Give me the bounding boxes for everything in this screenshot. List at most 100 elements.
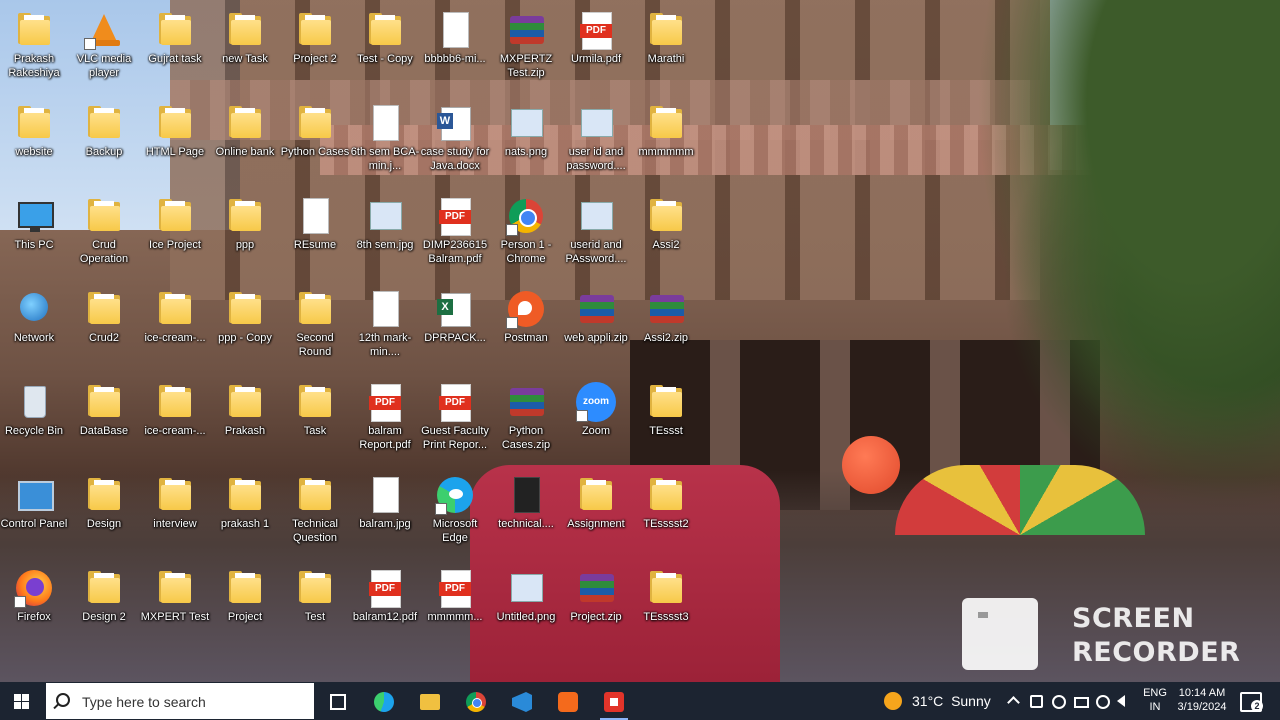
desktop-icon[interactable]: HTML Page: [139, 97, 211, 187]
desktop-icon[interactable]: Microsoft Edge: [419, 469, 491, 559]
desktop-icon[interactable]: 8th sem.jpg: [349, 190, 421, 280]
volume-icon[interactable]: [1117, 695, 1125, 707]
desktop-icon[interactable]: Online bank: [209, 97, 281, 187]
edge-taskbar-button[interactable]: [362, 684, 406, 718]
desktop-icon[interactable]: PDF Urmila.pdf: [560, 4, 632, 94]
desktop-icon[interactable]: Untitled.png: [490, 562, 562, 652]
desktop-icon[interactable]: Assignment: [560, 469, 632, 559]
desktop-icon[interactable]: Marathi: [630, 4, 702, 94]
wallpaper-balloon: [842, 436, 900, 494]
chrome-icon: [466, 692, 486, 712]
desktop-icon[interactable]: Project: [209, 562, 281, 652]
desktop-icon[interactable]: new Task: [209, 4, 281, 94]
desktop-icon[interactable]: This PC: [0, 190, 70, 280]
desktop-icon[interactable]: zoom Zoom: [560, 376, 632, 466]
desktop-icon[interactable]: MXPERTZ Test.zip: [490, 4, 562, 94]
desktop-icon[interactable]: PDF DIMP236615 Balram.pdf: [419, 190, 491, 280]
desktop-icon[interactable]: PDF mmmmm...: [419, 562, 491, 652]
desktop-icon[interactable]: Control Panel: [0, 469, 70, 559]
folder-icon: [157, 105, 193, 141]
desktop-icon[interactable]: TEssst: [630, 376, 702, 466]
screen-recorder-taskbar-button[interactable]: [592, 684, 636, 720]
desktop-icon[interactable]: TEsssst3: [630, 562, 702, 652]
desktop-icon[interactable]: website: [0, 97, 70, 187]
chrome-taskbar-button[interactable]: [454, 684, 498, 718]
desktop-icon[interactable]: Wcase study for Java.docx: [419, 97, 491, 187]
desktop-icon[interactable]: interview: [139, 469, 211, 559]
desktop-icon[interactable]: REsume: [279, 190, 351, 280]
desktop-icon[interactable]: Backup: [68, 97, 140, 187]
desktop-icon[interactable]: Python Cases: [279, 97, 351, 187]
desktop-icon[interactable]: prakash 1: [209, 469, 281, 559]
desktop-icon[interactable]: Project 2: [279, 4, 351, 94]
language-indicator[interactable]: ENG IN: [1141, 686, 1169, 714]
folder-icon: [86, 384, 122, 420]
desktop-icon[interactable]: Project.zip: [560, 562, 632, 652]
task-view-button[interactable]: [315, 684, 359, 718]
desktop-icon[interactable]: Prakash: [209, 376, 281, 466]
vscode-taskbar-button[interactable]: [500, 684, 544, 718]
desktop-icon[interactable]: mmmmmm: [630, 97, 702, 187]
desktop-icon[interactable]: Design: [68, 469, 140, 559]
image-file-icon: [367, 291, 403, 327]
desktop-icon[interactable]: technical....: [490, 469, 562, 559]
desktop-icon[interactable]: Task: [279, 376, 351, 466]
desktop-icon[interactable]: Assi2.zip: [630, 283, 702, 373]
shortcut-arrow-icon: [435, 503, 447, 515]
network-globe-icon[interactable]: [1096, 695, 1110, 709]
desktop-icon[interactable]: Postman: [490, 283, 562, 373]
desktop-icon[interactable]: 6th sem BCA-min.j...: [349, 97, 421, 187]
desktop-icon[interactable]: ice-cream-...: [139, 376, 211, 466]
desktop-icon-label: 12th mark-min....: [358, 332, 412, 358]
start-button[interactable]: [0, 682, 44, 720]
desktop-icon[interactable]: Firefox: [0, 562, 70, 652]
desktop-icon[interactable]: Crud2: [68, 283, 140, 373]
desktop-icon[interactable]: VLC media player: [68, 4, 140, 94]
desktop-icon[interactable]: PDF balram12.pdf: [349, 562, 421, 652]
notification-center-icon[interactable]: 2: [1240, 692, 1263, 712]
desktop-icon[interactable]: user id and password....: [560, 97, 632, 187]
show-hidden-icons-chevron-icon[interactable]: [1007, 696, 1020, 709]
desktop-icon-label: Design: [86, 518, 122, 530]
desktop-icon[interactable]: balram.jpg: [349, 469, 421, 559]
desktop-icon[interactable]: Network: [0, 283, 70, 373]
desktop-icon[interactable]: PDF balram Report.pdf: [349, 376, 421, 466]
file-explorer-taskbar-button[interactable]: [408, 684, 452, 718]
clock[interactable]: 10:14 AM 3/19/2024: [1172, 686, 1232, 714]
desktop-icon[interactable]: Prakash Rakeshiya: [0, 4, 70, 94]
desktop-icon[interactable]: bbbbb6-mi...: [419, 4, 491, 94]
recorder-widget[interactable]: [962, 598, 1038, 670]
desktop-icon[interactable]: Assi2: [630, 190, 702, 280]
desktop-icon[interactable]: Test: [279, 562, 351, 652]
desktop-icon[interactable]: PDF Guest Faculty Print Repor...: [419, 376, 491, 466]
meet-now-icon[interactable]: [1030, 695, 1043, 708]
desktop-icon[interactable]: Python Cases.zip: [490, 376, 562, 466]
folder-icon: [157, 198, 193, 234]
desktop-icon[interactable]: Ice Project: [139, 190, 211, 280]
desktop-icon[interactable]: 12th mark-min....: [349, 283, 421, 373]
desktop-icon[interactable]: Test - Copy: [349, 4, 421, 94]
taskbar-search-box[interactable]: Type here to search: [46, 683, 314, 719]
desktop-icon[interactable]: ppp: [209, 190, 281, 280]
desktop-icon[interactable]: Gujrat task: [139, 4, 211, 94]
desktop-icon[interactable]: Second Round: [279, 283, 351, 373]
desktop-icon[interactable]: MXPERT Test: [139, 562, 211, 652]
desktop-icon[interactable]: X DPRPACK...: [419, 283, 491, 373]
desktop-icon[interactable]: DataBase: [68, 376, 140, 466]
desktop-icon[interactable]: ice-cream-...: [139, 283, 211, 373]
desktop-icon[interactable]: Design 2: [68, 562, 140, 652]
battery-icon[interactable]: [1074, 697, 1089, 708]
desktop-icon[interactable]: userid and PAssword....: [560, 190, 632, 280]
onedrive-icon[interactable]: [1052, 695, 1066, 709]
desktop-icon[interactable]: Crud Operation: [68, 190, 140, 280]
desktop-icon[interactable]: Technical Question: [279, 469, 351, 559]
desktop-icon[interactable]: TEsssst2: [630, 469, 702, 559]
desktop-icon[interactable]: web appli.zip: [560, 283, 632, 373]
desktop-icon[interactable]: nats.png: [490, 97, 562, 187]
image-file-icon: [297, 198, 333, 234]
desktop-icon[interactable]: Person 1 - Chrome: [490, 190, 562, 280]
desktop-icon[interactable]: ppp - Copy: [209, 283, 281, 373]
xampp-taskbar-button[interactable]: [546, 684, 590, 718]
desktop-icon[interactable]: Recycle Bin: [0, 376, 70, 466]
pdf-file-icon: PDF: [578, 12, 614, 50]
